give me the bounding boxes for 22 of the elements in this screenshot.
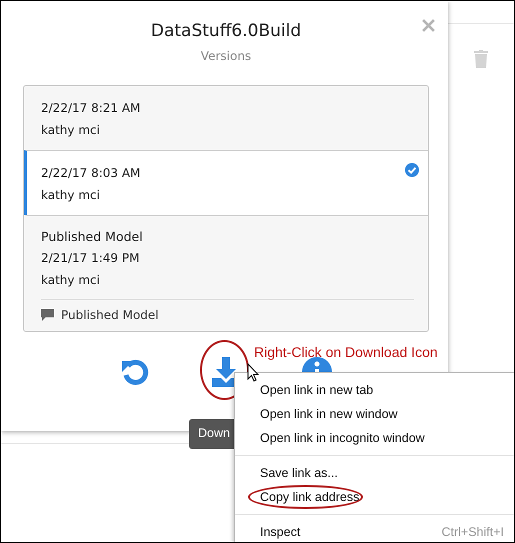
version-item[interactable]: 2/22/17 8:03 AM kathy mci bbox=[24, 150, 428, 215]
version-author: kathy mci bbox=[41, 187, 100, 204]
version-date: 2/22/17 8:03 AM bbox=[41, 165, 140, 182]
menu-item[interactable]: Open link in new tab bbox=[235, 378, 514, 402]
version-date: 2/22/17 8:21 AM bbox=[41, 100, 140, 117]
version-item[interactable]: 2/22/17 8:21 AM kathy mci bbox=[24, 86, 428, 150]
menu-item[interactable]: Inspect Ctrl+Shift+I bbox=[235, 520, 514, 542]
shortcut-text: Ctrl+Shift+I bbox=[441, 525, 504, 539]
dialog-subtitle: Versions bbox=[200, 49, 252, 63]
annotation-text: Right-Click on Download Icon bbox=[254, 344, 438, 360]
close-icon[interactable] bbox=[422, 19, 435, 32]
menu-item[interactable]: Save link as... bbox=[235, 461, 514, 485]
version-comment: Published Model bbox=[61, 308, 159, 322]
check-icon bbox=[405, 163, 419, 177]
dialog-title: DataStuff6.0Build bbox=[150, 21, 302, 41]
version-author: kathy mci bbox=[41, 272, 100, 289]
version-item[interactable]: Published Model 2/21/17 1:49 PM kathy mci Published Model bbox=[24, 215, 428, 331]
version-heading: Published Model bbox=[41, 228, 143, 246]
menu-item[interactable]: Copy link address bbox=[235, 485, 514, 509]
version-date: 2/21/17 1:49 PM bbox=[41, 250, 140, 267]
comment-icon bbox=[41, 309, 54, 321]
version-author: kathy mci bbox=[41, 122, 100, 139]
